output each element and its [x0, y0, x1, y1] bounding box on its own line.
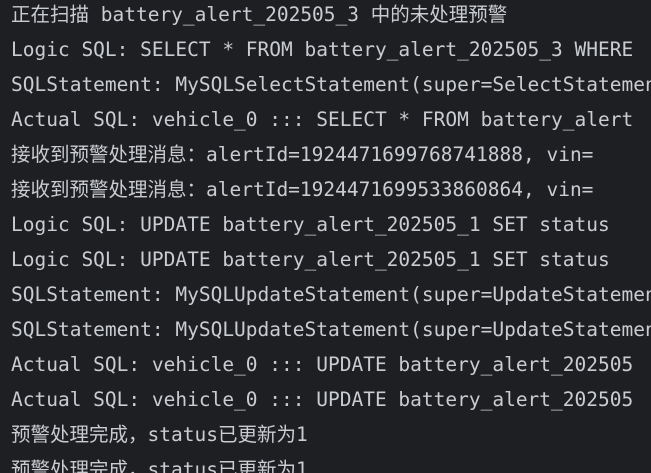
console-line: Logic SQL: SELECT * FROM battery_alert_2… — [11, 38, 634, 61]
console-line: 接收到预警处理消息：alertId=1924471699533860864, v… — [11, 178, 594, 201]
console-line: 正在扫描 battery_alert_202505_3 中的未处理预警 — [11, 3, 508, 26]
console-output: 正在扫描 battery_alert_202505_3 中的未处理预警 Logi… — [0, 0, 651, 473]
console-line: Logic SQL: UPDATE battery_alert_202505_1… — [11, 248, 610, 271]
console-line: Actual SQL: vehicle_0 ::: UPDATE battery… — [11, 388, 634, 411]
console-line: Actual SQL: vehicle_0 ::: SELECT * FROM … — [11, 108, 634, 131]
console-line: SQLStatement: MySQLUpdateStatement(super… — [11, 318, 651, 341]
console-line: Actual SQL: vehicle_0 ::: UPDATE battery… — [11, 353, 634, 376]
console-line: SQLStatement: MySQLSelectStatement(super… — [11, 73, 651, 96]
console-line: SQLStatement: MySQLUpdateStatement(super… — [11, 283, 651, 306]
console-line: 接收到预警处理消息：alertId=1924471699768741888, v… — [11, 143, 594, 166]
console-line: 预警处理完成，status已更新为1 — [11, 458, 308, 473]
console-line: Logic SQL: UPDATE battery_alert_202505_1… — [11, 213, 610, 236]
console-line: 预警处理完成，status已更新为1 — [11, 423, 308, 446]
